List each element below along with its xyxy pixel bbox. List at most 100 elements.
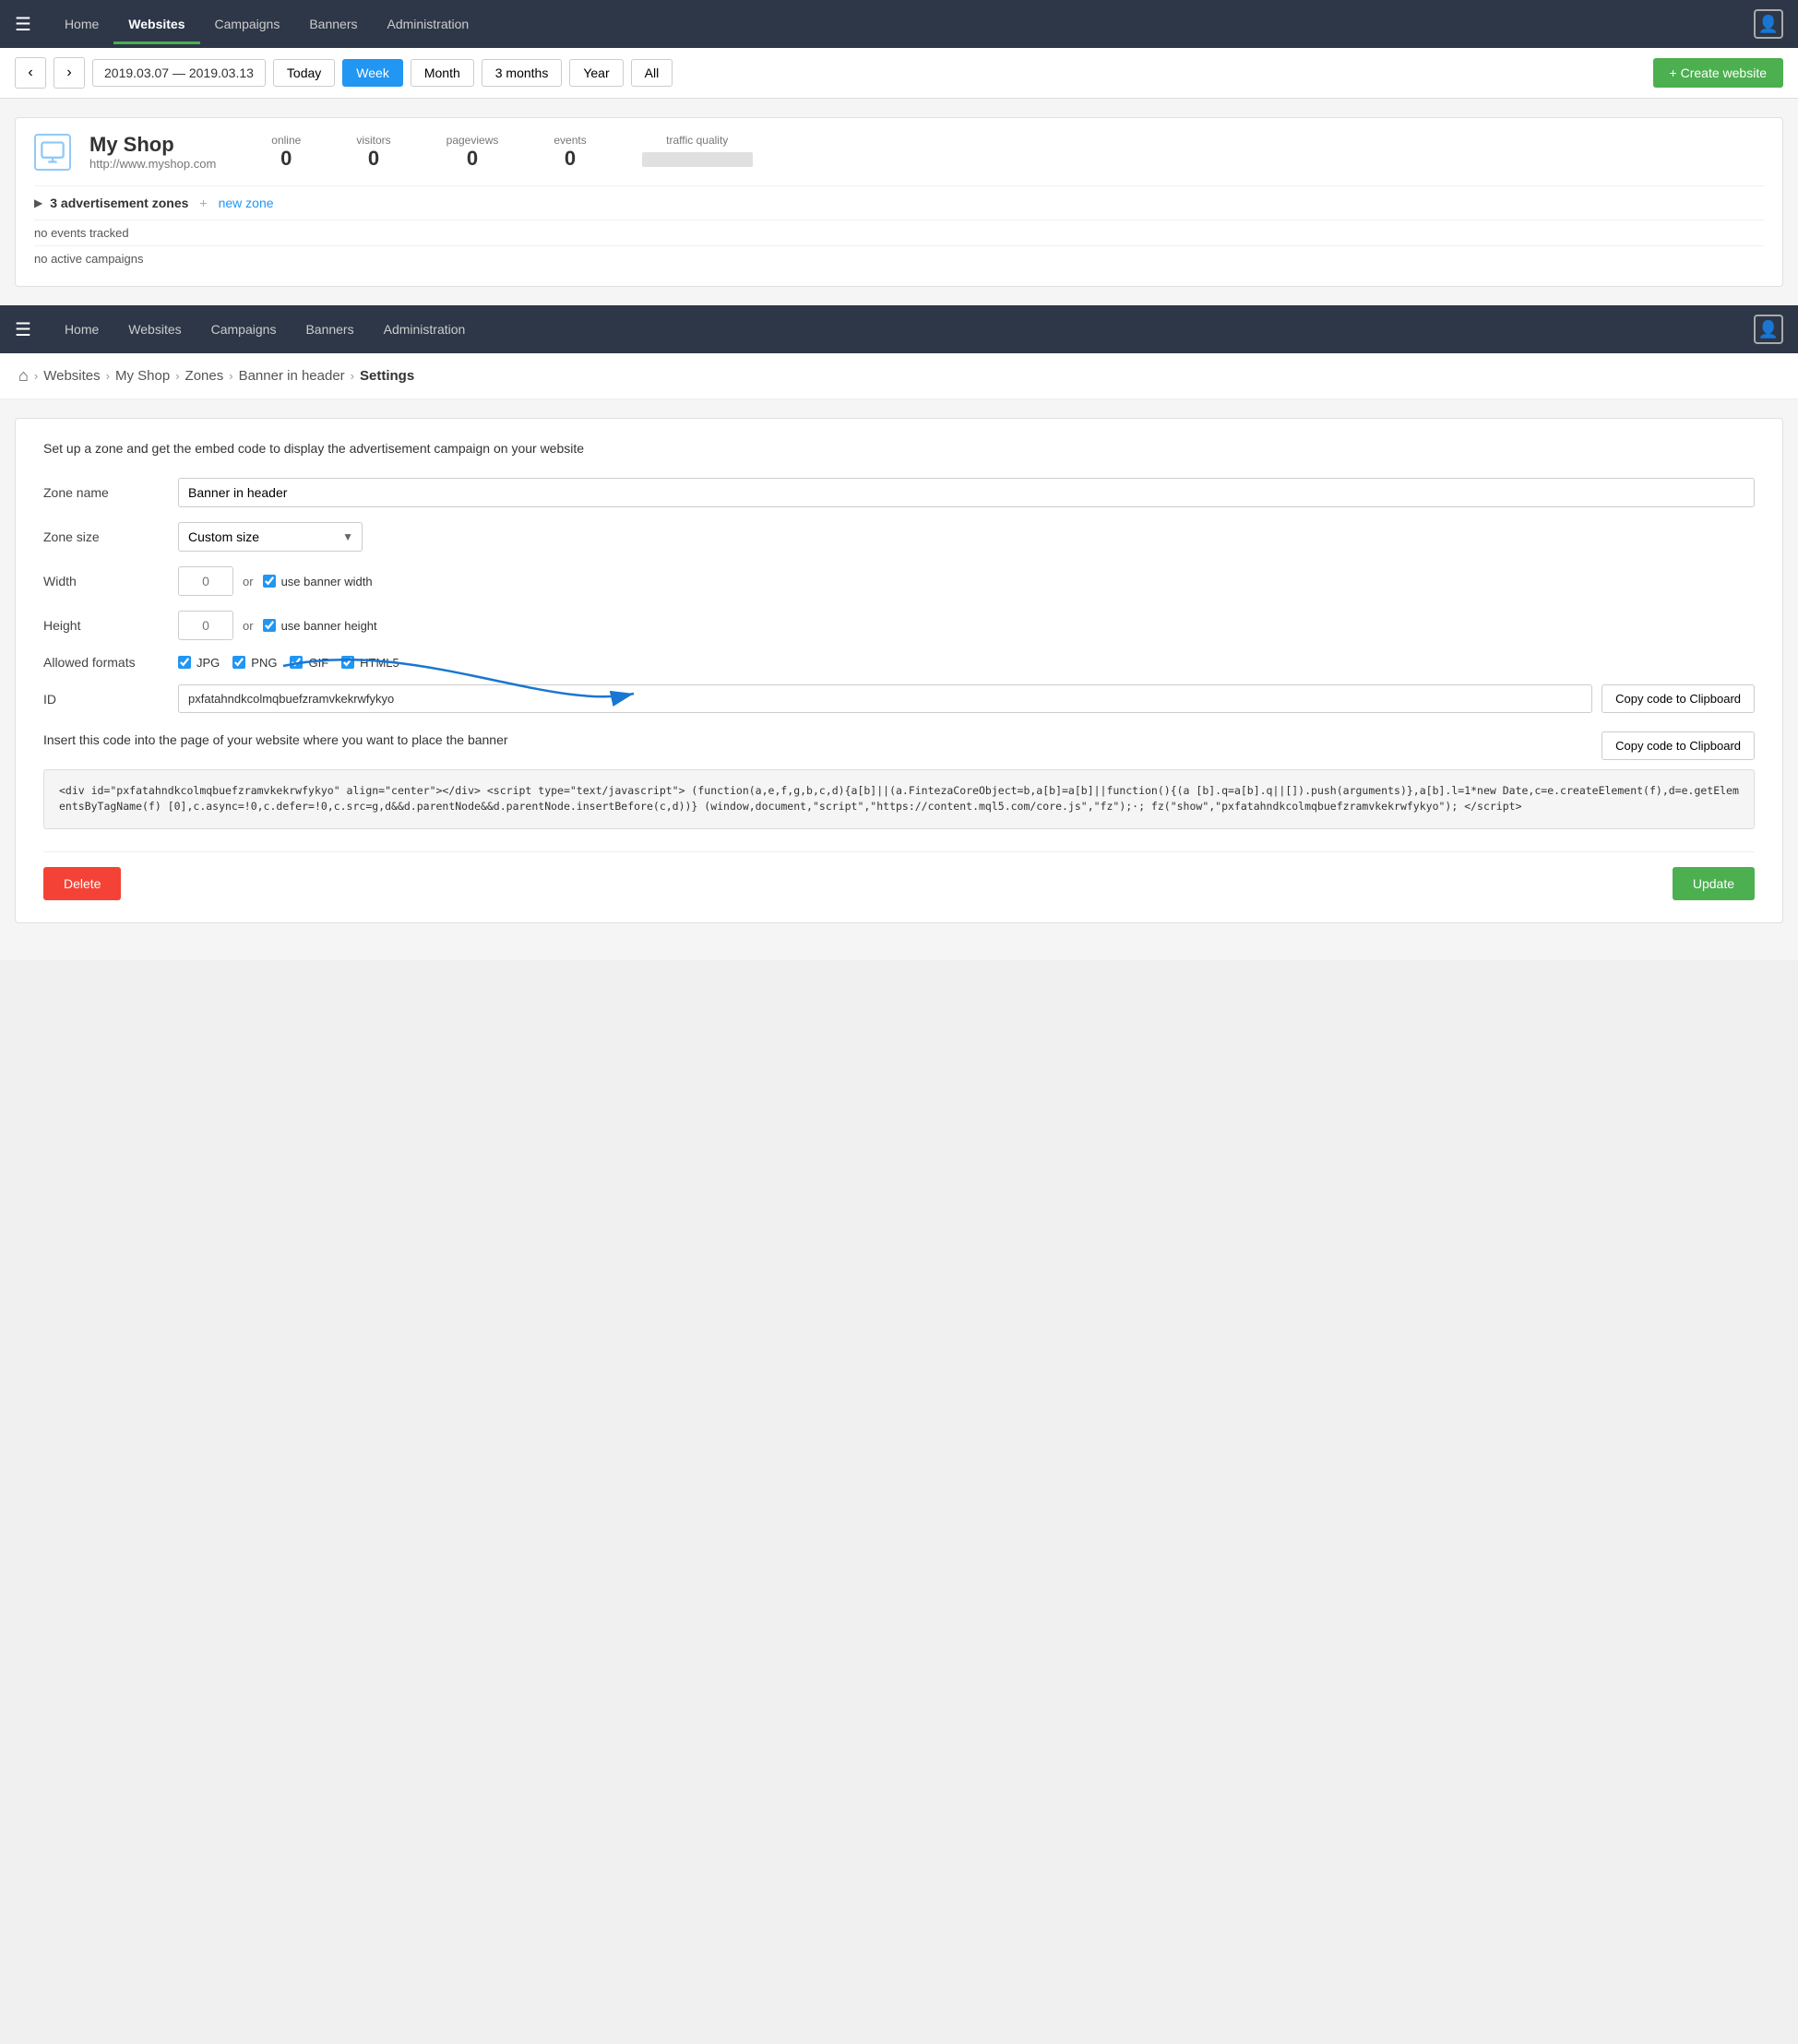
stat-pageviews: pageviews 0 (447, 134, 499, 171)
nav-websites-1[interactable]: Websites (113, 4, 199, 44)
gif-format-label[interactable]: GIF (290, 656, 328, 670)
create-website-button[interactable]: + Create website (1653, 58, 1783, 88)
nav-administration-1[interactable]: Administration (373, 4, 484, 44)
zone-size-label: Zone size (43, 529, 163, 544)
formats-options: JPG PNG GIF HTML5 (178, 656, 399, 670)
formats-label: Allowed formats (43, 655, 163, 670)
id-row: ID Copy code to Clipboard (43, 684, 1755, 713)
gif-checkbox[interactable] (290, 656, 303, 669)
websites-section: My Shop http://www.myshop.com online 0 v… (0, 99, 1798, 305)
nav-banners-1[interactable]: Banners (294, 4, 372, 44)
prev-button[interactable]: ‹ (15, 57, 46, 89)
settings-section: Set up a zone and get the embed code to … (0, 399, 1798, 960)
nav-campaigns-1[interactable]: Campaigns (200, 4, 295, 44)
zone-name-input[interactable] (178, 478, 1755, 507)
month-button[interactable]: Month (411, 59, 474, 87)
id-input[interactable] (178, 684, 1592, 713)
jpg-text: JPG (196, 656, 220, 670)
height-row: Height or use banner height (43, 611, 1755, 640)
footer-actions: Delete Update (43, 851, 1755, 900)
home-icon[interactable]: ⌂ (18, 366, 29, 386)
id-section: ID Copy code to Clipboard (43, 684, 1755, 713)
website-url[interactable]: http://www.myshop.com (89, 157, 216, 171)
copy-code-button-1[interactable]: Copy code to Clipboard (1602, 684, 1755, 713)
html5-text: HTML5 (360, 656, 399, 670)
nav-links-1: Home Websites Campaigns Banners Administ… (50, 4, 1754, 44)
breadcrumb-zones[interactable]: Zones (185, 368, 224, 384)
settings-card: Set up a zone and get the embed code to … (15, 418, 1783, 923)
today-button[interactable]: Today (273, 59, 335, 87)
date-range-display: 2019.03.07 — 2019.03.13 (92, 59, 266, 87)
three-months-button[interactable]: 3 months (482, 59, 563, 87)
use-banner-width-text: use banner width (281, 575, 373, 588)
use-banner-width-checkbox[interactable] (263, 575, 276, 588)
breadcrumb: ⌂ › Websites › My Shop › Zones › Banner … (0, 353, 1798, 399)
delete-button[interactable]: Delete (43, 867, 121, 900)
formats-row: Allowed formats JPG PNG GIF HTML5 (43, 655, 1755, 670)
use-banner-height-label[interactable]: use banner height (263, 619, 377, 633)
next-button[interactable]: › (54, 57, 85, 89)
html5-checkbox[interactable] (341, 656, 354, 669)
navbar-1: ☰ Home Websites Campaigns Banners Admini… (0, 0, 1798, 48)
update-button[interactable]: Update (1673, 867, 1755, 900)
png-checkbox[interactable] (232, 656, 245, 669)
hamburger-icon-1[interactable]: ☰ (15, 13, 31, 36)
width-input[interactable] (178, 566, 233, 596)
user-icon-2[interactable]: 👤 (1754, 315, 1783, 344)
jpg-format-label[interactable]: JPG (178, 656, 220, 670)
width-label: Width (43, 574, 163, 588)
year-button[interactable]: Year (569, 59, 623, 87)
use-banner-width-label[interactable]: use banner width (263, 575, 373, 588)
height-or-text: or (243, 619, 254, 633)
nav-home-2[interactable]: Home (50, 309, 113, 350)
id-label: ID (43, 692, 163, 707)
use-banner-height-text: use banner height (281, 619, 377, 633)
hamburger-icon-2[interactable]: ☰ (15, 318, 31, 341)
stat-online: online 0 (271, 134, 301, 171)
website-info: My Shop http://www.myshop.com (89, 133, 216, 171)
website-icon (34, 134, 71, 171)
height-input[interactable] (178, 611, 233, 640)
navbar-2: ☰ Home Websites Campaigns Banners Admini… (0, 305, 1798, 353)
height-label: Height (43, 618, 163, 633)
website-name: My Shop (89, 133, 216, 157)
png-format-label[interactable]: PNG (232, 656, 277, 670)
website-card: My Shop http://www.myshop.com online 0 v… (15, 117, 1783, 287)
user-icon-1[interactable]: 👤 (1754, 9, 1783, 39)
new-zone-link[interactable]: new zone (219, 196, 274, 210)
nav-campaigns-2[interactable]: Campaigns (196, 309, 292, 350)
breadcrumb-websites[interactable]: Websites (43, 368, 100, 384)
png-text: PNG (251, 656, 277, 670)
embed-code-block: <div id="pxfatahndkcolmqbuefzramvkekrwfy… (43, 769, 1755, 829)
zones-chevron[interactable]: ▶ (34, 196, 42, 209)
html5-format-label[interactable]: HTML5 (341, 656, 399, 670)
all-button[interactable]: All (631, 59, 673, 87)
zone-size-select-wrapper: Custom size Fixed size ▼ (178, 522, 363, 552)
gif-text: GIF (308, 656, 328, 670)
nav-banners-2[interactable]: Banners (291, 309, 368, 350)
settings-description: Set up a zone and get the embed code to … (43, 441, 1755, 456)
jpg-checkbox[interactable] (178, 656, 191, 669)
stat-events: events 0 (554, 134, 586, 171)
stat-visitors: visitors 0 (356, 134, 390, 171)
use-banner-height-checkbox[interactable] (263, 619, 276, 632)
breadcrumb-myshop[interactable]: My Shop (115, 368, 170, 384)
stat-traffic: traffic quality (642, 134, 753, 171)
week-button[interactable]: Week (342, 59, 403, 87)
copy-code-button-2[interactable]: Copy code to Clipboard (1602, 731, 1755, 760)
nav-home-1[interactable]: Home (50, 4, 113, 44)
no-events-row: no events tracked (34, 220, 1764, 245)
breadcrumb-settings: Settings (360, 368, 414, 384)
zone-size-select[interactable]: Custom size Fixed size (178, 522, 363, 552)
nav-links-2: Home Websites Campaigns Banners Administ… (50, 309, 1754, 350)
ad-zones-label: 3 advertisement zones (50, 196, 188, 210)
nav-administration-2[interactable]: Administration (369, 309, 481, 350)
traffic-quality-bar (642, 152, 753, 167)
date-toolbar: ‹ › 2019.03.07 — 2019.03.13 Today Week M… (0, 48, 1798, 99)
embed-description: Insert this code into the page of your w… (43, 731, 1587, 750)
nav-websites-2[interactable]: Websites (113, 309, 196, 350)
embed-section: Insert this code into the page of your w… (43, 731, 1755, 829)
breadcrumb-banner-header[interactable]: Banner in header (239, 368, 345, 384)
ad-zones-row: ▶ 3 advertisement zones + new zone (34, 185, 1764, 220)
user-profile-area: 👤 (1754, 9, 1783, 39)
